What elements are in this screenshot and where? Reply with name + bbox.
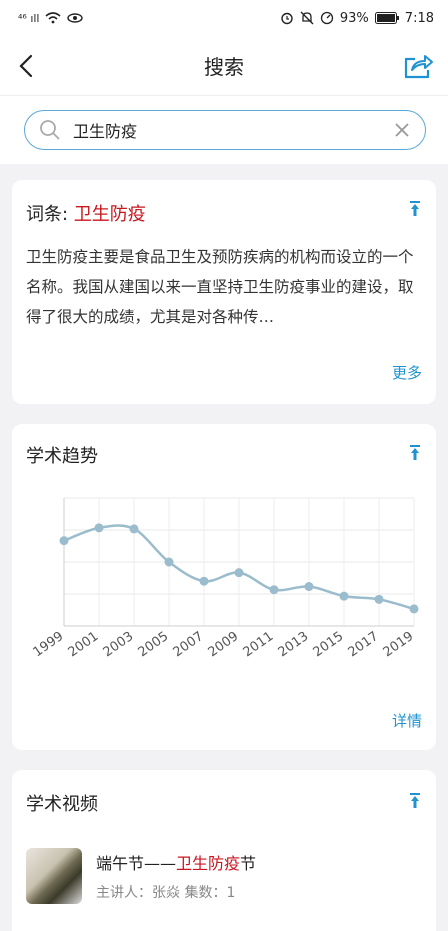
chart-x-tick-label: 2011: [241, 629, 277, 660]
chart-x-tick-label: 2007: [171, 629, 207, 660]
chart-point-2007: [199, 576, 209, 586]
more-link[interactable]: 更多: [392, 362, 422, 383]
chart-point-2019: [409, 604, 419, 614]
chart-x-tick-label: 2003: [101, 629, 137, 660]
video-title[interactable]: 端午节——卫生防疫节: [96, 850, 256, 874]
pin-top-icon[interactable]: [408, 444, 422, 462]
chart-x-tick-label: 2017: [346, 629, 382, 660]
mute-icon: [300, 11, 314, 25]
search-input[interactable]: 卫生防疫: [24, 110, 426, 150]
signal-icon: ⁴⁶ ıll: [18, 11, 40, 25]
chart-x-tick-label: 1999: [31, 629, 67, 660]
eye-icon: [67, 13, 84, 23]
video-card: 学术视频 端午节——卫生防疫节 主讲人：张焱 集数：1: [12, 770, 436, 931]
entry-card: 词条: 卫生防疫 卫生防疫主要是食品卫生及预防疾病的机构而设立的一个名称。我国从…: [12, 180, 436, 404]
back-arrow-icon[interactable]: [14, 52, 40, 80]
search-query[interactable]: 卫生防疫: [73, 118, 393, 142]
chart-x-tick-label: 2005: [136, 629, 172, 660]
chart-x-tick-label: 2019: [381, 629, 417, 660]
wifi-icon: [45, 12, 62, 24]
pin-top-icon[interactable]: [408, 200, 422, 218]
video-thumbnail[interactable]: [26, 848, 82, 904]
battery-icon: [374, 12, 399, 24]
video-title-suffix: 节: [240, 854, 257, 873]
trend-title: 学术趋势: [26, 446, 98, 467]
trend-chart: 1999 2001 2003 2005 2007 2009 2011 2013 2015 2017…: [31, 497, 419, 660]
chart-point-2003: [129, 524, 139, 534]
chart-x-tick-label: 2015: [311, 629, 347, 660]
search-bar: 卫生防疫: [0, 96, 448, 164]
entry-term[interactable]: 卫生防疫: [74, 204, 146, 225]
trend-card: 学术趋势 1999 2001 2003 2005 2007 2009 2011 2013 201…: [12, 424, 436, 750]
speed-icon: [320, 11, 334, 25]
video-title-highlight: 卫生防疫: [176, 854, 241, 873]
chart-point-2011: [269, 585, 279, 595]
chart-x-tick-label: 2013: [276, 629, 312, 660]
clear-icon[interactable]: [393, 121, 411, 139]
alarm-icon: [281, 12, 293, 25]
entry-heading: 词条: 卫生防疫: [26, 200, 146, 226]
chart-point-2017: [374, 594, 384, 604]
chart-point-2009: [234, 568, 244, 578]
chart-x-tick-label: 2001: [66, 629, 102, 660]
page-title: 搜索: [204, 55, 244, 79]
search-icon: [40, 120, 60, 140]
chart-point-2013: [304, 582, 314, 592]
clock: 7:18: [404, 10, 434, 26]
chart-point-1999: [59, 536, 69, 546]
pin-top-icon[interactable]: [408, 792, 422, 810]
video-section-title: 学术视频: [26, 794, 98, 815]
details-link[interactable]: 详情: [392, 710, 422, 731]
video-meta: 主讲人：张焱 集数：1: [96, 885, 236, 901]
top-bar: 搜索: [0, 36, 448, 96]
entry-description: 卫生防疫主要是食品卫生及预防疾病的机构而设立的一个名称。我国从建国以来一直坚持卫…: [26, 248, 414, 326]
battery-percent: 93%: [339, 10, 369, 26]
chart-point-2015: [339, 591, 349, 601]
status-bar: ⁴⁶ ıll 93% 7:18: [0, 0, 448, 36]
entry-label: 词条:: [26, 204, 74, 225]
chart-x-tick-label: 2009: [206, 629, 242, 660]
share-icon[interactable]: [402, 50, 434, 80]
video-title-prefix: 端午节——: [96, 854, 177, 873]
chart-point-2005: [164, 557, 174, 567]
video-item[interactable]: 端午节——卫生防疫节 主讲人：张焱 集数：1: [26, 846, 422, 906]
chart-point-2001: [94, 523, 104, 533]
